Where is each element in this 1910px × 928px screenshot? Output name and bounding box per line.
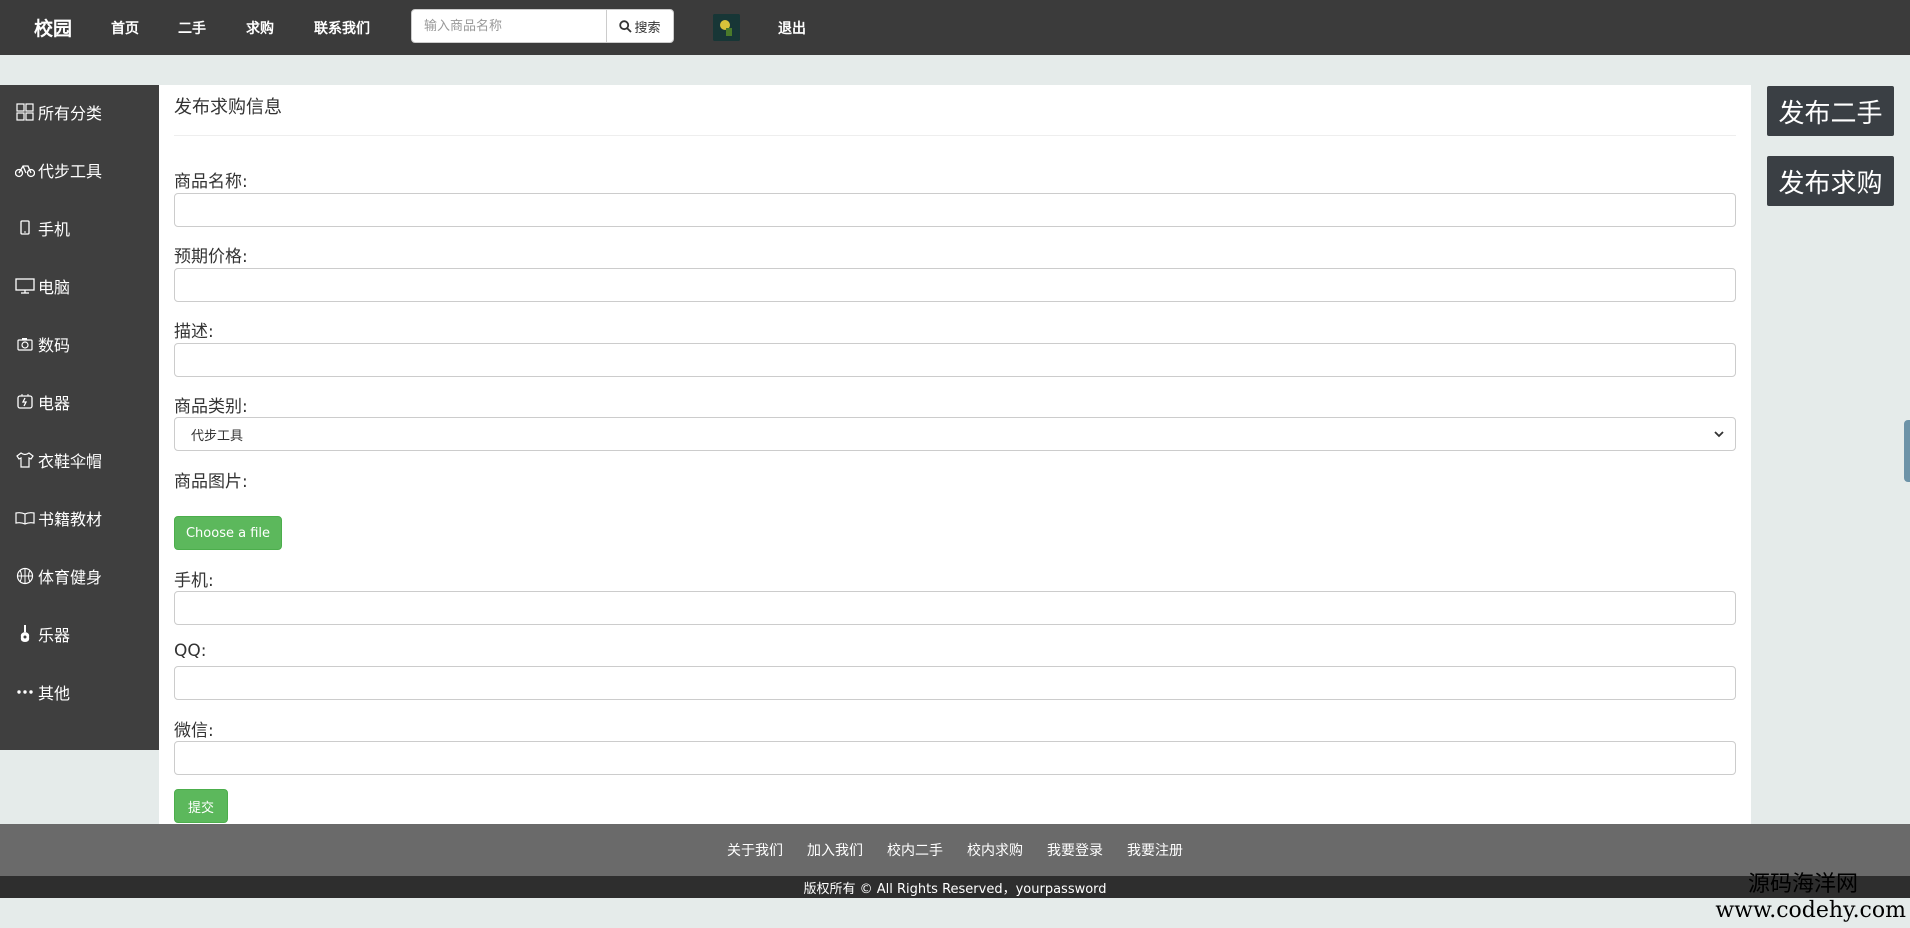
publish-wanted-button[interactable]: 发布求购 xyxy=(1767,156,1894,206)
search-input[interactable] xyxy=(411,9,607,43)
sidebar-item-label: 电器 xyxy=(38,394,71,413)
book-icon xyxy=(14,511,36,525)
page-title: 发布求购信息 xyxy=(174,97,282,118)
product-name-input[interactable] xyxy=(174,193,1736,227)
sidebar-item-label: 体育健身 xyxy=(38,568,103,587)
category-select[interactable]: 代步工具 xyxy=(174,417,1736,451)
qq-input[interactable] xyxy=(174,666,1736,700)
sidebar-item-label: 代步工具 xyxy=(38,162,103,181)
sidebar-item-all[interactable]: 所有分类 xyxy=(14,99,102,125)
footer-links: 关于我们 加入我们 校内二手 校内求购 我要登录 我要注册 xyxy=(0,824,1910,876)
logout-link[interactable]: 退出 xyxy=(778,18,806,38)
watermark-line1: 源码海洋网 xyxy=(1747,872,1858,897)
sidebar-item-label: 乐器 xyxy=(38,626,71,645)
image-label: 商品图片: xyxy=(174,472,248,492)
footer-wanted[interactable]: 校内求购 xyxy=(967,840,1023,860)
wanted-form-panel: 发布求购信息 商品名称: 预期价格: 描述: 商品类别: 代步工具 商品图片: … xyxy=(159,85,1751,824)
publish-used-button[interactable]: 发布二手 xyxy=(1767,86,1894,136)
footer-login[interactable]: 我要登录 xyxy=(1047,840,1103,860)
nav-contact[interactable]: 联系我们 xyxy=(314,18,370,38)
search-button[interactable]: 搜索 xyxy=(606,9,674,43)
basketball-icon xyxy=(14,567,36,585)
watermark-line2: www.codehy.com xyxy=(1715,898,1906,923)
top-navbar: 校园 首页 二手 求购 联系我们 搜索 退出 xyxy=(0,0,1910,55)
footer-register[interactable]: 我要注册 xyxy=(1127,840,1183,860)
submit-button[interactable]: 提交 xyxy=(174,789,228,823)
phone-label: 手机: xyxy=(174,571,214,591)
brand-logo[interactable]: 校园 xyxy=(34,14,106,41)
choose-file-button[interactable]: Choose a file xyxy=(174,516,282,550)
guitar-icon xyxy=(14,625,36,643)
category-selected-value: 代步工具 xyxy=(191,428,244,444)
sidebar-item-clothing[interactable]: 衣鞋伞帽 xyxy=(14,447,102,473)
footer-about[interactable]: 关于我们 xyxy=(727,840,783,860)
description-label: 描述: xyxy=(174,322,214,342)
category-label: 商品类别: xyxy=(174,397,248,417)
sidebar-item-transport[interactable]: 代步工具 xyxy=(14,157,102,183)
more-icon xyxy=(14,689,36,695)
sidebar-item-label: 数码 xyxy=(38,336,71,355)
side-edge-tab[interactable] xyxy=(1904,420,1910,482)
camera-icon xyxy=(14,337,36,351)
sidebar-item-other[interactable]: 其他 xyxy=(14,679,70,705)
product-name-label: 商品名称: xyxy=(174,172,248,192)
sidebar-item-label: 其他 xyxy=(38,684,71,703)
sidebar-item-digital[interactable]: 数码 xyxy=(14,331,70,357)
sidebar-item-label: 衣鞋伞帽 xyxy=(38,452,103,471)
sidebar-item-sports[interactable]: 体育健身 xyxy=(14,563,102,589)
shirt-icon xyxy=(14,452,36,468)
grid-icon xyxy=(14,103,36,121)
sidebar-item-phone[interactable]: 手机 xyxy=(14,215,70,241)
sidebar-item-appliance[interactable]: 电器 xyxy=(14,389,70,415)
sidebar-item-label: 所有分类 xyxy=(38,104,103,123)
bicycle-icon xyxy=(14,162,36,178)
sidebar-item-label: 书籍教材 xyxy=(38,510,103,529)
sidebar-item-label: 手机 xyxy=(38,220,71,239)
category-sidebar: 所有分类 代步工具 手机 电脑 数码 电器 衣鞋伞帽 书籍教材 体育健身 乐器 … xyxy=(0,85,159,750)
search-button-label: 搜索 xyxy=(634,20,661,36)
wechat-label: 微信: xyxy=(174,721,214,741)
divider xyxy=(174,135,1736,136)
sidebar-item-instruments[interactable]: 乐器 xyxy=(14,621,70,647)
wechat-input[interactable] xyxy=(174,741,1736,775)
nav-used[interactable]: 二手 xyxy=(178,18,206,38)
qq-label: QQ: xyxy=(174,641,207,661)
sidebar-item-computer[interactable]: 电脑 xyxy=(14,273,70,299)
plug-icon xyxy=(14,393,36,411)
phone-input[interactable] xyxy=(174,591,1736,625)
footer-join[interactable]: 加入我们 xyxy=(807,840,863,860)
nav-wanted[interactable]: 求购 xyxy=(246,18,274,38)
sidebar-item-books[interactable]: 书籍教材 xyxy=(14,505,102,531)
nav-home[interactable]: 首页 xyxy=(111,18,139,38)
watermark: 源码海洋网 www.codehy.com xyxy=(1715,872,1906,924)
search-icon xyxy=(619,19,633,33)
description-input[interactable] xyxy=(174,343,1736,377)
chevron-down-icon xyxy=(1714,431,1724,438)
monitor-icon xyxy=(14,278,36,294)
price-input[interactable] xyxy=(174,268,1736,302)
copyright-text: 版权所有 © All Rights Reserved，yourpassword xyxy=(0,876,1910,898)
phone-icon xyxy=(14,220,36,236)
price-label: 预期价格: xyxy=(174,247,248,267)
avatar[interactable] xyxy=(713,14,740,41)
sidebar-item-label: 电脑 xyxy=(38,278,71,297)
footer-used[interactable]: 校内二手 xyxy=(887,840,943,860)
